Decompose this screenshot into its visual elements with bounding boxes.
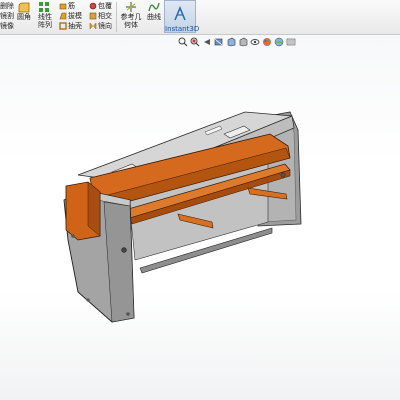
shearing-machine-model[interactable] <box>0 35 400 400</box>
draft-icon <box>59 12 67 20</box>
left-foot-bolt <box>126 312 130 316</box>
rib-label: 筋 <box>68 2 75 10</box>
wrap-label: 包覆 <box>98 2 112 10</box>
reference-geometry-label: 参考几何体 <box>120 13 142 29</box>
curves-button[interactable]: 曲线 <box>145 1 163 21</box>
right-pivot <box>280 172 286 178</box>
fillet-button[interactable]: 圆角 <box>13 1 35 21</box>
reference-geometry-icon <box>124 1 138 13</box>
mirror-icon <box>89 22 97 30</box>
fillet-label: 圆角 <box>17 13 31 21</box>
draft-button[interactable]: 拔模 <box>59 12 82 20</box>
cut-command-2[interactable]: 镜割 <box>0 12 14 20</box>
rib-button[interactable]: 筋 <box>59 2 75 10</box>
rib-icon <box>59 3 67 10</box>
instant3d-icon <box>174 5 186 21</box>
ribbon-separator <box>116 2 117 32</box>
intersect-button[interactable]: 相交 <box>89 12 112 20</box>
shell-label: 抽壳 <box>68 22 82 30</box>
intersect-icon <box>89 12 97 20</box>
draft-label: 拔模 <box>68 12 82 20</box>
cut-command-1[interactable]: 删除 <box>0 2 14 10</box>
fillet-icon <box>17 1 31 13</box>
motor-bolt <box>71 234 75 238</box>
wrap-icon <box>89 2 97 10</box>
cut-command-1-label: 删除 <box>0 2 14 10</box>
linear-pattern-button[interactable]: 线性阵列 <box>35 1 55 29</box>
curves-label: 曲线 <box>147 13 161 21</box>
left-foot-bolt-2 <box>86 298 90 302</box>
shell-icon <box>59 22 67 30</box>
mirror-label: 镜向 <box>98 22 112 30</box>
wrap-button[interactable]: 包覆 <box>89 2 112 10</box>
linear-pattern-icon <box>38 1 52 13</box>
instant3d-label: Instant3D <box>165 25 200 33</box>
reference-geometry-button[interactable]: 参考几何体 <box>119 1 143 29</box>
linear-pattern-label: 线性阵列 <box>38 13 52 29</box>
cut-command-3-label: 镜像 <box>0 22 14 30</box>
mirror-button[interactable]: 镜向 <box>89 22 112 30</box>
cut-command-2-label: 镜割 <box>0 12 14 20</box>
intersect-label: 相交 <box>98 12 112 20</box>
command-manager-ribbon: 删除 镜割 镜像 圆角 线性阵列 筋 拔模 抽壳 包覆 相交 镜向 参考几何体 … <box>0 0 400 35</box>
shell-button[interactable]: 抽壳 <box>59 22 82 30</box>
curves-icon <box>147 1 161 13</box>
left-pivot <box>121 247 127 253</box>
instant3d-button[interactable]: Instant3D <box>164 0 200 33</box>
cut-command-3[interactable]: 镜像 <box>0 22 14 30</box>
